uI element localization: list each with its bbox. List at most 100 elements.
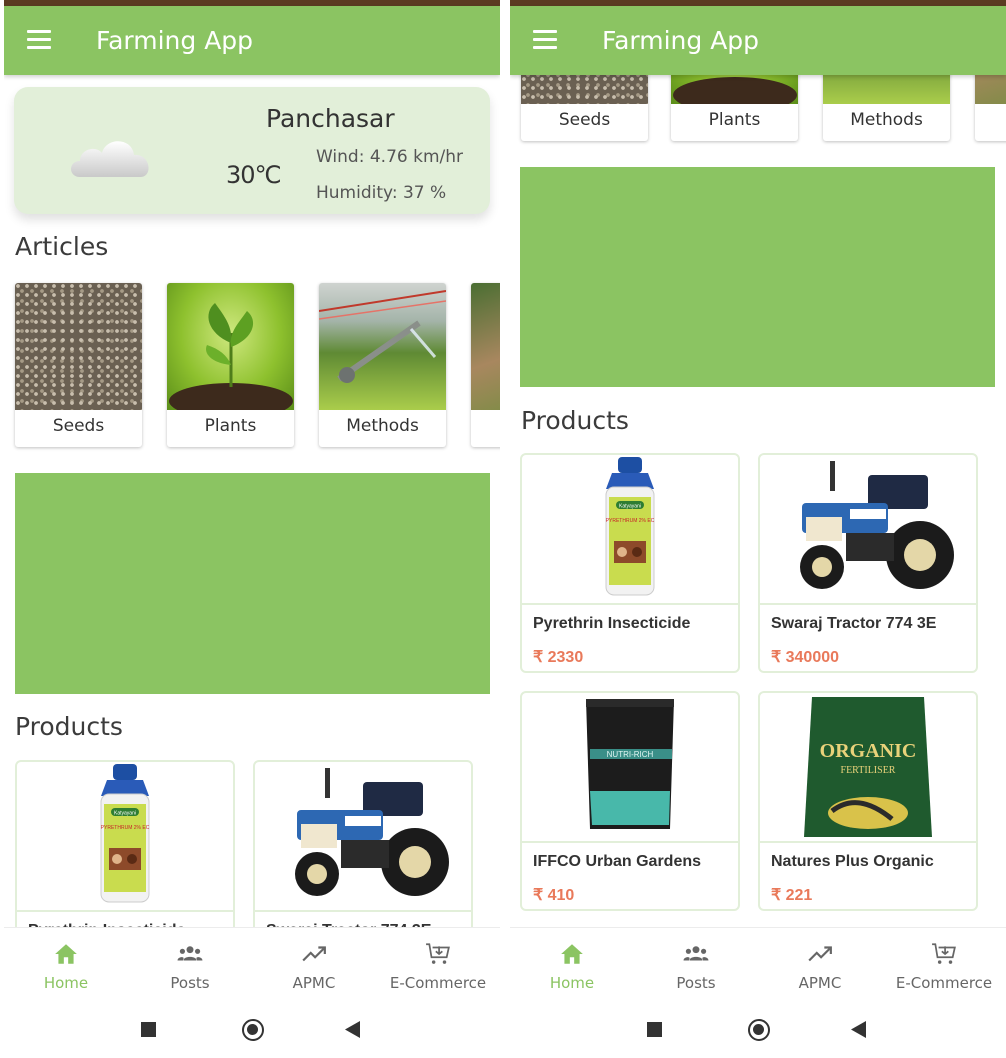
recents-button[interactable] bbox=[141, 1022, 156, 1037]
product-card-tractor[interactable]: Swaraj Tractor 774 3E ₹ 340000 bbox=[253, 760, 473, 927]
products-heading: Products bbox=[15, 712, 123, 741]
article-image bbox=[471, 283, 500, 410]
nav-item-home[interactable]: Home bbox=[4, 928, 128, 1001]
nav-label: E-Commerce bbox=[389, 974, 487, 992]
nav-item-ecommerce[interactable]: E-Commerce bbox=[882, 928, 1006, 1001]
product-name: Natures Plus Organic bbox=[771, 853, 934, 870]
tractor-image bbox=[800, 461, 954, 589]
product-image-tractor bbox=[255, 762, 471, 912]
nav-label: Home bbox=[43, 974, 89, 992]
svg-text:FERTILISER: FERTILISER bbox=[841, 765, 896, 776]
weather-temperature: 30℃ bbox=[226, 161, 281, 189]
bottom-navigation: Home Posts APMC E-Commerce bbox=[4, 927, 500, 1000]
article-image bbox=[975, 75, 1006, 104]
back-button[interactable] bbox=[851, 1021, 867, 1038]
nav-item-home[interactable]: Home bbox=[510, 928, 634, 1001]
product-image-iffco: NUTRI-RICH bbox=[522, 693, 738, 843]
article-label: Methods bbox=[346, 416, 419, 436]
nav-item-posts[interactable]: Posts bbox=[128, 928, 252, 1001]
menu-icon[interactable] bbox=[27, 30, 51, 50]
home-content[interactable]: Seeds Plants Methods Products Katyayani … bbox=[510, 75, 1006, 927]
app-title: Farming App bbox=[602, 26, 760, 55]
nav-label: APMC bbox=[292, 974, 336, 992]
cart-icon bbox=[426, 943, 450, 964]
seeds-image bbox=[15, 283, 142, 410]
product-price: ₹ 2330 bbox=[533, 649, 584, 666]
product-name: Swaraj Tractor 774 3E bbox=[771, 615, 937, 632]
insecticide-bottle-image: Katyayani PYRETHRUM 2% EC bbox=[605, 457, 655, 596]
banner-placeholder bbox=[520, 167, 995, 387]
back-button[interactable] bbox=[345, 1021, 361, 1038]
product-image-natures-plus: ORGANIC FERTILISER bbox=[760, 693, 976, 843]
product-image-pyrethrin: Katyayani PYRETHRUM 2% EC bbox=[17, 762, 233, 912]
articles-heading: Articles bbox=[15, 232, 109, 261]
article-card-seeds[interactable]: Seeds bbox=[521, 75, 648, 141]
weather-humidity: Humidity: 37 % bbox=[316, 183, 447, 203]
products-heading: Products bbox=[521, 406, 629, 435]
article-card-plants[interactable]: Plants bbox=[167, 283, 294, 447]
home-button[interactable] bbox=[748, 1019, 770, 1041]
article-label: Plants bbox=[204, 416, 257, 436]
people-icon bbox=[177, 946, 203, 961]
product-card-pyrethrin[interactable]: Katyayani PYRETHRUM 2% EC Pyrethrin Inse… bbox=[520, 453, 740, 673]
home-content[interactable]: Panchasar 30℃ Wind: 4.76 km/hr Humidity:… bbox=[4, 75, 500, 927]
svg-text:PYRETHRUM 2% EC: PYRETHRUM 2% EC bbox=[101, 825, 150, 831]
product-image-pyrethrin: Katyayani PYRETHRUM 2% EC bbox=[522, 455, 738, 605]
product-price: ₹ 410 bbox=[533, 887, 575, 904]
app-title: Farming App bbox=[96, 26, 254, 55]
product-name: IFFCO Urban Gardens bbox=[533, 853, 702, 870]
cloud-icon bbox=[71, 141, 149, 177]
plants-image bbox=[167, 283, 294, 419]
nav-label: Posts bbox=[170, 974, 210, 992]
organic-fertiliser-bag-image: ORGANIC FERTILISER bbox=[804, 697, 932, 837]
svg-text:NUTRI-RICH: NUTRI-RICH bbox=[607, 750, 654, 759]
article-card-partial[interactable] bbox=[975, 75, 1006, 141]
nav-label: Home bbox=[549, 974, 595, 992]
product-price: ₹ 221 bbox=[771, 887, 813, 904]
nav-item-ecommerce[interactable]: E-Commerce bbox=[376, 928, 500, 1001]
methods-image bbox=[319, 283, 446, 410]
app-bar: Farming App bbox=[4, 6, 500, 75]
product-card-natures-plus[interactable]: ORGANIC FERTILISER Natures Plus Organic … bbox=[758, 691, 978, 911]
trending-up-icon bbox=[302, 946, 326, 962]
menu-icon[interactable] bbox=[533, 30, 557, 50]
home-button[interactable] bbox=[242, 1019, 264, 1041]
nav-item-apmc[interactable]: APMC bbox=[252, 928, 376, 1001]
nav-label: APMC bbox=[798, 974, 842, 992]
nav-item-apmc[interactable]: APMC bbox=[758, 928, 882, 1001]
app-bar: Farming App bbox=[510, 6, 1006, 75]
weather-wind: Wind: 4.76 km/hr bbox=[316, 147, 464, 167]
article-label: Methods bbox=[850, 110, 923, 130]
product-card-tractor[interactable]: Swaraj Tractor 774 3E ₹ 340000 bbox=[758, 453, 978, 673]
product-card-iffco[interactable]: NUTRI-RICH IFFCO Urban Gardens ₹ 410 bbox=[520, 691, 740, 911]
product-card-pyrethrin[interactable]: Katyayani PYRETHRUM 2% EC Pyrethrin Inse… bbox=[15, 760, 235, 927]
bottom-navigation: Home Posts APMC E-Commerce bbox=[510, 927, 1006, 1000]
plants-image bbox=[671, 75, 798, 113]
article-card-partial[interactable] bbox=[471, 283, 500, 447]
svg-text:ORGANIC: ORGANIC bbox=[820, 740, 917, 762]
banner-placeholder bbox=[15, 473, 490, 694]
system-navigation bbox=[510, 1000, 1006, 1058]
home-screen-scrolled: Farming App Seeds Plants Methods Product… bbox=[510, 0, 1006, 1058]
home-icon bbox=[561, 944, 583, 964]
svg-text:Katyayani: Katyayani bbox=[114, 811, 136, 817]
weather-card: Panchasar 30℃ Wind: 4.76 km/hr Humidity:… bbox=[14, 87, 490, 214]
product-image-tractor bbox=[760, 455, 976, 605]
fertilizer-pouch-image: NUTRI-RICH bbox=[586, 699, 674, 829]
article-card-methods[interactable]: Methods bbox=[319, 283, 446, 447]
nav-item-posts[interactable]: Posts bbox=[634, 928, 758, 1001]
article-card-seeds[interactable]: Seeds bbox=[15, 283, 142, 447]
nav-label: Posts bbox=[676, 974, 716, 992]
home-icon bbox=[55, 944, 77, 964]
recents-button[interactable] bbox=[647, 1022, 662, 1037]
product-price: ₹ 340000 bbox=[771, 649, 840, 666]
article-label: Seeds bbox=[558, 110, 611, 130]
home-screen-top: Farming App Panchasar 30℃ Wind: 4.76 km/… bbox=[4, 0, 500, 1058]
product-name: Pyrethrin Insecticide bbox=[533, 615, 691, 632]
people-icon bbox=[683, 946, 709, 961]
article-card-methods[interactable]: Methods bbox=[823, 75, 950, 141]
cart-icon bbox=[932, 943, 956, 964]
weather-city: Panchasar bbox=[266, 104, 395, 133]
svg-text:PYRETHRUM 2% EC: PYRETHRUM 2% EC bbox=[606, 518, 655, 524]
article-card-plants[interactable]: Plants bbox=[671, 75, 798, 141]
